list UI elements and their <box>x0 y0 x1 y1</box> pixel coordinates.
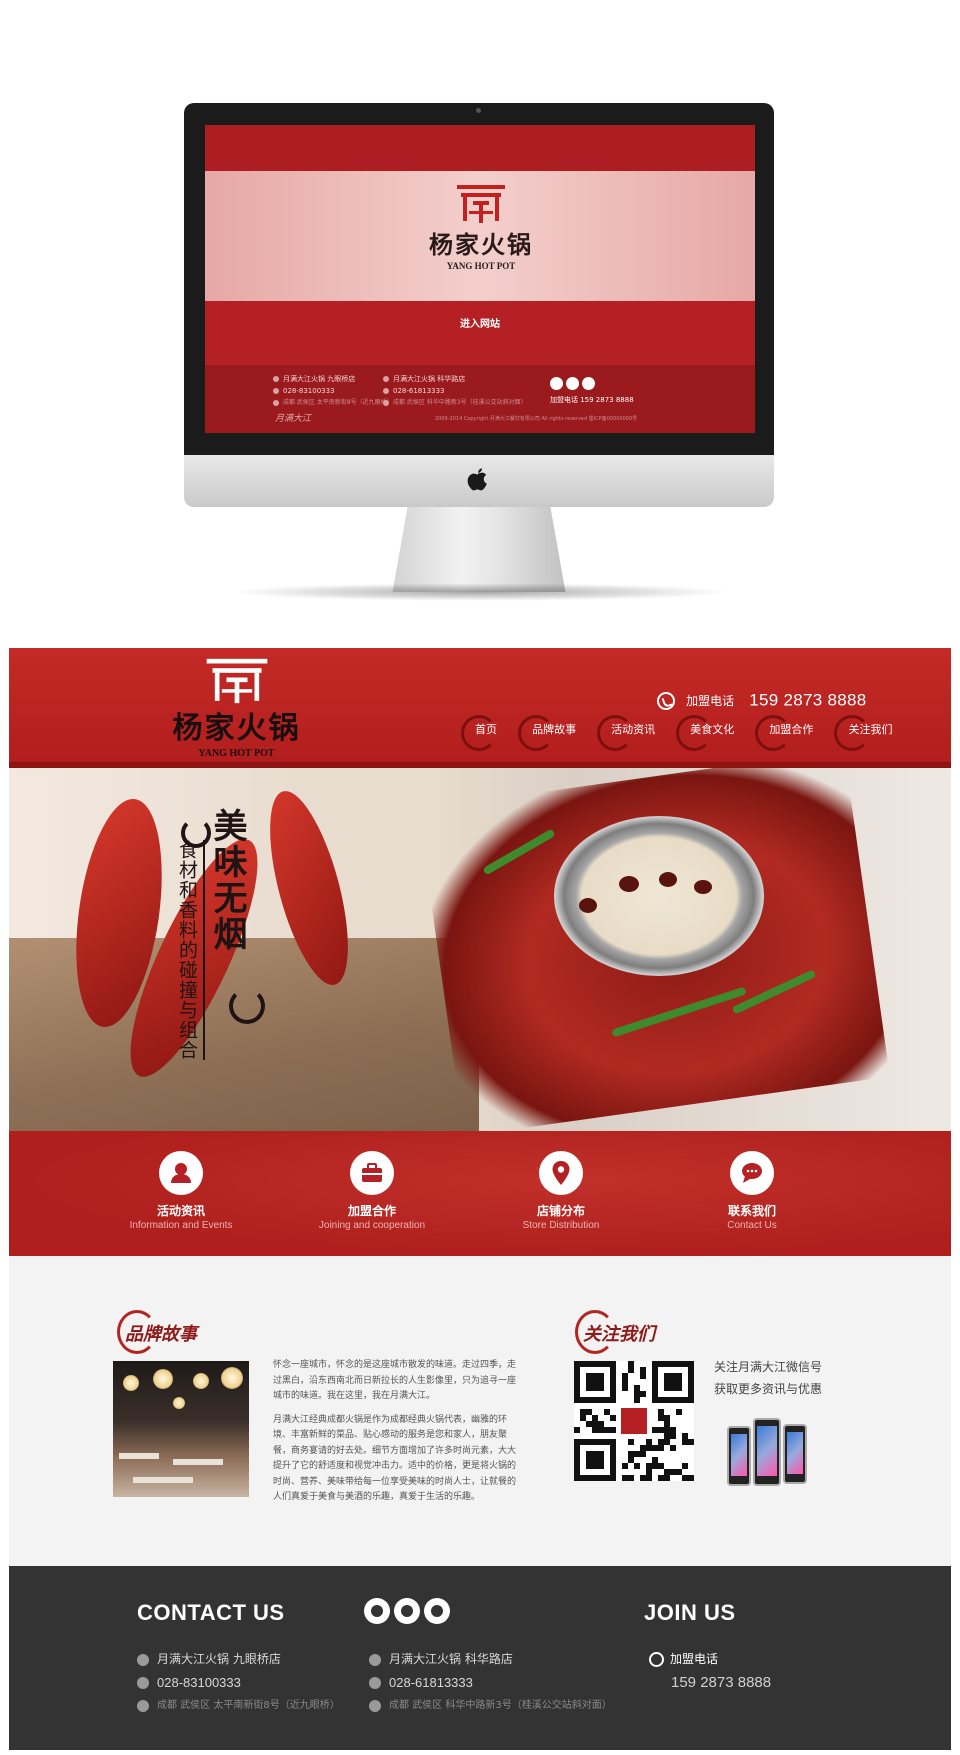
story-paragraph: 月满大江经典成都火锅是作为成都经典火锅代表，幽雅的环境、丰富新鲜的菜品、贴心感动… <box>273 1414 517 1503</box>
imac-chin <box>184 455 774 507</box>
location-icon <box>369 1700 381 1712</box>
wechat-icon[interactable] <box>566 377 579 390</box>
splash-social <box>550 375 598 394</box>
splash-logo-en: YANG HOT POT <box>446 261 516 271</box>
nav-home[interactable]: 首页 <box>461 714 507 751</box>
phone-icon <box>649 1652 664 1667</box>
site-logo[interactable]: 杨家火锅 YANG HOT POT <box>149 656 324 764</box>
follow-text: 关注月满大江微信号 获取更多资讯与优惠 <box>714 1360 823 1396</box>
site-footer: CONTACT US JOIN US 月满大江火锅 九眼桥店 028-83100… <box>9 1566 951 1750</box>
chat-bubble-icon <box>730 1151 774 1195</box>
user-icon <box>159 1151 203 1195</box>
weibo-icon[interactable] <box>550 377 563 390</box>
header-phone-label: 加盟电话 <box>686 694 735 708</box>
feature-contact[interactable]: 联系我们 Contact Us <box>662 1151 842 1233</box>
qr-logo <box>619 1406 649 1436</box>
story-paragraph: 怀念一座城市，怀念的是这座城市散发的味道。走过四季，走过黑白，沿东西南北而日新拉… <box>273 1360 517 1401</box>
logo-mark-icon <box>457 185 505 223</box>
splash-phone: 加盟电话 159 2873 8888 <box>550 396 634 404</box>
contact-us-heading: CONTACT US <box>137 1600 285 1625</box>
splash-store-2: 月满大江火锅 科华路店 028-61813333 成都 武侯区 科华中路新3号（… <box>383 373 527 409</box>
header-phone: 加盟电话 159 2873 8888 <box>657 690 867 711</box>
splash-logo: 杨家火锅 YANG HOT POT <box>401 183 561 293</box>
splash-store-1: 月满大江火锅 九眼桥店 028-83100333 成都 武侯区 太平南新街8号（… <box>273 373 393 409</box>
camera-dot <box>476 108 481 113</box>
brand-story-text: 怀念一座城市，怀念的是这座城市散发的味道。走过四季，走过黑白，沿东西南北而日新拉… <box>273 1358 518 1514</box>
logo-mark-icon <box>206 658 267 704</box>
location-icon <box>273 399 279 406</box>
hero-banner: 美味无烟 食材和香料的碰撞与组合 <box>9 768 951 1131</box>
location-icon <box>137 1700 149 1712</box>
join-us-heading: JOIN US <box>644 1600 736 1625</box>
phone-icon <box>369 1677 381 1689</box>
nav-franchise[interactable]: 加盟合作 <box>755 714 823 751</box>
join-phone-label: 加盟电话 <box>670 1652 719 1666</box>
apple-logo-icon <box>467 468 487 491</box>
phone-icon <box>273 388 279 394</box>
smartphones-image <box>727 1418 827 1490</box>
footer-store-1: 月满大江火锅 九眼桥店 028-83100333 成都 武侯区 太平南新街8号（… <box>137 1648 340 1717</box>
nav-events[interactable]: 活动资讯 <box>597 714 665 751</box>
imac-mockup: 杨家火锅 YANG HOT POT 进入网站 月满大江火锅 九眼桥店 028-8… <box>0 0 960 620</box>
qq-icon[interactable] <box>582 377 595 390</box>
store-icon <box>273 376 279 382</box>
splash-logo-cn: 杨家火锅 <box>429 230 533 259</box>
qq-icon[interactable] <box>424 1598 450 1624</box>
phone-icon <box>137 1677 149 1689</box>
main-nav: 首页 品牌故事 活动资讯 美食文化 加盟合作 关注我们 <box>461 714 908 751</box>
content-section: 品牌故事 怀念一座城市，怀念的是这座城市散发的味道。走过四季，走过黑白，沿东西南… <box>9 1256 951 1566</box>
site-logo-en: YANG HOT POT <box>198 748 275 759</box>
site-header: 杨家火锅 YANG HOT POT 加盟电话 159 2873 8888 首页 … <box>9 648 951 768</box>
header-phone-number: 159 2873 8888 <box>749 690 867 710</box>
splash-signature: 月满大江 <box>275 414 312 424</box>
nav-brand-story[interactable]: 品牌故事 <box>518 714 586 751</box>
brand-story-heading: 品牌故事 <box>117 1310 197 1354</box>
wechat-icon[interactable] <box>394 1598 420 1624</box>
hero-subtitle: 食材和香料的碰撞与组合 <box>175 840 205 1060</box>
footer-store-2: 月满大江火锅 科华路店 028-61813333 成都 武侯区 科华中路新3号（… <box>369 1648 612 1717</box>
splash-footer: 月满大江火锅 九眼桥店 028-83100333 成都 武侯区 太平南新街8号（… <box>205 365 755 433</box>
feature-strip: 活动资讯 Information and Events 加盟合作 Joining… <box>9 1131 951 1256</box>
nav-follow-us[interactable]: 关注我们 <box>834 714 902 751</box>
location-icon <box>383 399 389 406</box>
feature-franchise[interactable]: 加盟合作 Joining and cooperation <box>282 1151 462 1233</box>
restaurant-interior-image <box>113 1361 249 1497</box>
hero-title: 美味无烟 <box>207 808 247 952</box>
phone-icon <box>657 691 675 710</box>
website-preview: 杨家火锅 YANG HOT POT 加盟电话 159 2873 8888 首页 … <box>9 648 951 1750</box>
store-icon <box>137 1654 149 1666</box>
location-pin-icon <box>539 1151 583 1195</box>
feature-stores[interactable]: 店铺分布 Store Distribution <box>471 1151 651 1233</box>
site-logo-cn: 杨家火锅 <box>172 711 301 746</box>
footer-social <box>364 1598 454 1628</box>
footer-join: 加盟电话 159 2873 8888 <box>649 1648 771 1694</box>
wechat-qr-code <box>574 1361 694 1481</box>
weibo-icon[interactable] <box>364 1598 390 1624</box>
phone-icon <box>383 388 389 394</box>
store-icon <box>383 376 389 382</box>
broth-pot-image <box>554 816 764 976</box>
enter-site-button[interactable]: 进入网站 <box>430 315 530 335</box>
join-phone-number: 159 2873 8888 <box>671 1674 772 1691</box>
briefcase-icon <box>350 1151 394 1195</box>
splash-copyright: 2009-2014 Copyright 月满大江餐饮有限公司 All right… <box>435 416 638 422</box>
imac-screen: 杨家火锅 YANG HOT POT 进入网站 月满大江火锅 九眼桥店 028-8… <box>205 125 755 433</box>
cloud-swirl-icon <box>229 988 265 1024</box>
nav-food-culture[interactable]: 美食文化 <box>676 714 744 751</box>
follow-us-heading: 关注我们 <box>575 1310 655 1354</box>
store-icon <box>369 1654 381 1666</box>
feature-events[interactable]: 活动资讯 Information and Events <box>91 1151 271 1233</box>
imac-stand <box>392 507 566 592</box>
